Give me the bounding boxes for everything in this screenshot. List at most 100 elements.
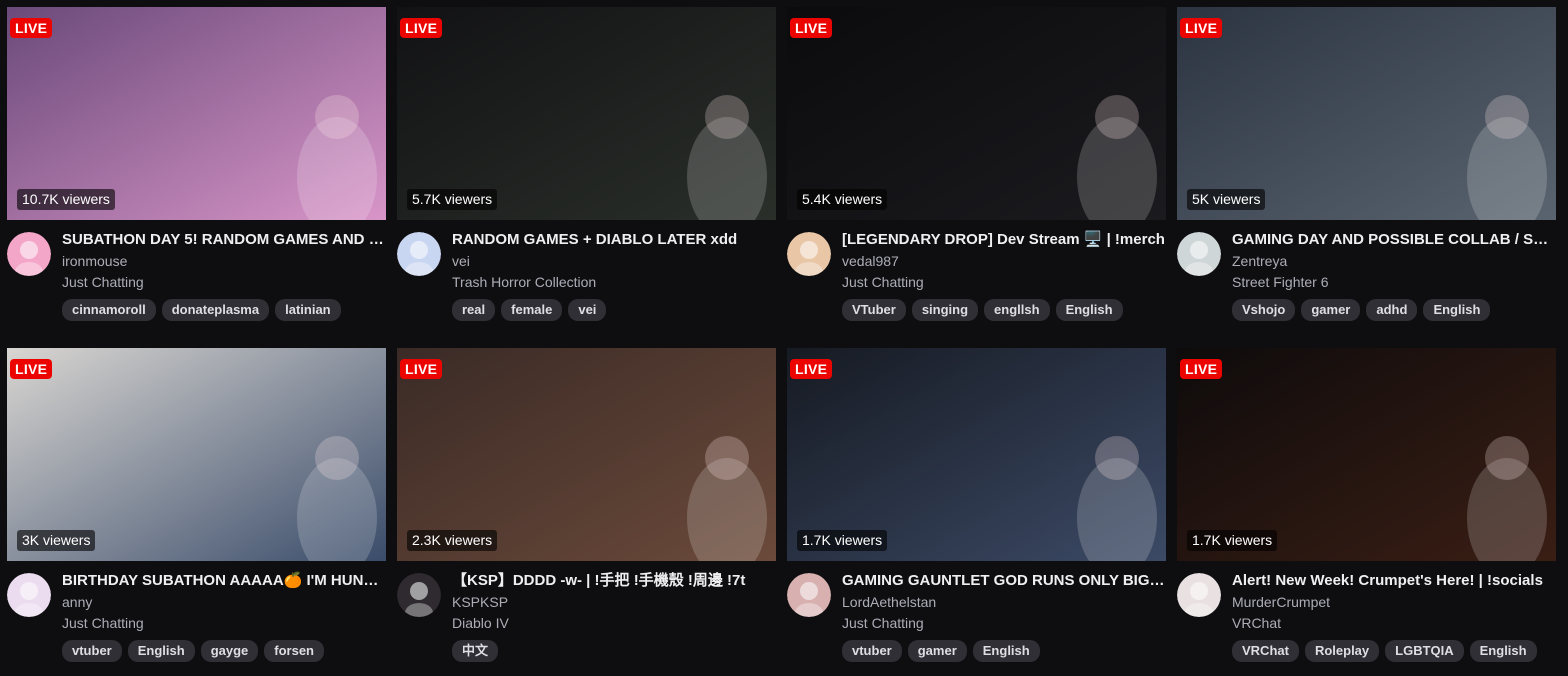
tag-list: real female vei [452,299,776,321]
stream-tag[interactable]: gayge [200,640,259,662]
channel-name[interactable]: Zentreya [1232,251,1556,272]
stream-tag[interactable]: forsen [264,640,324,662]
stream-card[interactable]: LIVE 5.4K viewers [LEGENDARY DROP] Dev S… [787,7,1167,348]
stream-thumbnail[interactable]: LIVE 5K viewers [1177,7,1556,220]
stream-tag[interactable]: vtuber [842,640,902,662]
channel-avatar[interactable] [787,573,831,617]
stream-title[interactable]: GAMING GAUNTLET GOD RUNS ONLY BIG BOSS [842,571,1166,591]
stream-tag[interactable]: 中文 [452,640,499,662]
stream-meta: BIRTHDAY SUBATHON AAAAA🍊 I'M HUNGRY anny… [7,571,387,662]
stream-thumbnail[interactable]: LIVE 10.7K viewers [7,7,386,220]
viewer-count: 1.7K viewers [1187,530,1278,551]
stream-title[interactable]: BIRTHDAY SUBATHON AAAAA🍊 I'M HUNGRY [62,571,386,591]
stream-card[interactable]: LIVE 1.7K viewers GAMING GAUNTLET GOD RU… [787,348,1167,668]
stream-meta: RANDOM GAMES + DIABLO LATER xdd vei Tras… [397,230,777,321]
stream-tag[interactable]: English [1423,299,1491,321]
stream-tag[interactable]: LGBTQIA [1385,640,1464,662]
stream-tag[interactable]: VRChat [1232,640,1299,662]
channel-avatar[interactable] [7,573,51,617]
stream-meta: GAMING GAUNTLET GOD RUNS ONLY BIG BOSS L… [787,571,1167,662]
stream-tag[interactable]: gamer [907,640,967,662]
channel-name[interactable]: LordAethelstan [842,592,1166,613]
viewer-count: 10.7K viewers [17,189,115,210]
viewer-count: 5.7K viewers [407,189,498,210]
stream-card[interactable]: LIVE 1.7K viewers Alert! New Week! Crump… [1177,348,1557,668]
channel-avatar[interactable] [397,232,441,276]
stream-tag[interactable]: singing [911,299,979,321]
stream-tag[interactable]: VTuber [842,299,906,321]
stream-tag[interactable]: English [127,640,195,662]
stream-tag[interactable]: Roleplay [1304,640,1380,662]
stream-card[interactable]: LIVE 5.7K viewers RANDOM GAMES + DIABLO … [397,7,777,348]
stream-tag[interactable]: English [1055,299,1123,321]
stream-card[interactable]: LIVE 2.3K viewers 【KSP】DDDD -w- | !手把 !手… [397,348,777,668]
channel-avatar[interactable] [7,232,51,276]
channel-name[interactable]: vei [452,251,776,272]
stream-title[interactable]: 【KSP】DDDD -w- | !手把 !手機殼 !周邊 !7t [452,571,776,591]
category-link[interactable]: Street Fighter 6 [1232,272,1556,293]
stream-tag[interactable]: vtuber [62,640,122,662]
tag-list: vtuber gamer English [842,640,1166,662]
stream-tag[interactable]: engllsh [984,299,1050,321]
stream-thumbnail[interactable]: LIVE 2.3K viewers [397,348,776,561]
viewer-count: 1.7K viewers [797,530,888,551]
tag-list: vtuber English gayge forsen [62,640,386,662]
category-link[interactable]: Just Chatting [62,613,386,634]
stream-tag[interactable]: English [972,640,1040,662]
stream-grid: LIVE 10.7K viewers SUBATHON DAY 5! RANDO… [7,7,1557,668]
channel-avatar[interactable] [397,573,441,617]
stream-thumbnail[interactable]: LIVE 1.7K viewers [1177,348,1556,561]
channel-name[interactable]: ironmouse [62,251,386,272]
tag-list: VTuber singing engllsh English [842,299,1166,321]
channel-name[interactable]: MurderCrumpet [1232,592,1556,613]
stream-tag[interactable]: female [501,299,563,321]
stream-meta: SUBATHON DAY 5! RANDOM GAMES AND MORE ir… [7,230,387,321]
stream-thumbnail[interactable]: LIVE 5.4K viewers [787,7,1166,220]
stream-title[interactable]: [LEGENDARY DROP] Dev Stream 🖥️ | !merch [842,230,1166,250]
channel-avatar[interactable] [787,232,831,276]
channel-name[interactable]: anny [62,592,386,613]
stream-tag[interactable]: donateplasma [161,299,270,321]
stream-tag[interactable]: vei [568,299,607,321]
category-link[interactable]: Just Chatting [842,613,1166,634]
stream-thumbnail[interactable]: LIVE 1.7K viewers [787,348,1166,561]
category-link[interactable]: VRChat [1232,613,1556,634]
stream-tag[interactable]: Vshojo [1232,299,1296,321]
stream-card[interactable]: LIVE 10.7K viewers SUBATHON DAY 5! RANDO… [7,7,387,348]
stream-meta: 【KSP】DDDD -w- | !手把 !手機殼 !周邊 !7t KSPKSP … [397,571,777,662]
live-badge: LIVE [790,359,833,379]
live-badge: LIVE [1180,359,1223,379]
stream-info: Alert! New Week! Crumpet's Here! | !soci… [1232,571,1556,662]
stream-tag[interactable]: cinnamoroll [62,299,156,321]
category-link[interactable]: Trash Horror Collection [452,272,776,293]
stream-card[interactable]: LIVE 3K viewers BIRTHDAY SUBATHON AAAAA🍊… [7,348,387,668]
stream-tag[interactable]: adhd [1366,299,1418,321]
viewer-count: 5.4K viewers [797,189,888,210]
tag-list: cinnamoroll donateplasma latinian [62,299,386,321]
stream-card[interactable]: LIVE 5K viewers GAMING DAY AND POSSIBLE … [1177,7,1557,348]
stream-tag[interactable]: real [452,299,496,321]
channel-name[interactable]: vedal987 [842,251,1166,272]
stream-title[interactable]: GAMING DAY AND POSSIBLE COLLAB / STREET … [1232,230,1556,250]
channel-name[interactable]: KSPKSP [452,592,776,613]
stream-thumbnail[interactable]: LIVE 5.7K viewers [397,7,776,220]
live-badge: LIVE [400,359,443,379]
category-link[interactable]: Just Chatting [842,272,1166,293]
stream-info: 【KSP】DDDD -w- | !手把 !手機殼 !周邊 !7t KSPKSP … [452,571,776,662]
stream-meta: Alert! New Week! Crumpet's Here! | !soci… [1177,571,1557,662]
stream-thumbnail[interactable]: LIVE 3K viewers [7,348,386,561]
channel-avatar[interactable] [1177,232,1221,276]
category-link[interactable]: Diablo IV [452,613,776,634]
live-badge: LIVE [10,359,53,379]
category-link[interactable]: Just Chatting [62,272,386,293]
stream-title[interactable]: SUBATHON DAY 5! RANDOM GAMES AND MORE [62,230,386,250]
stream-tag[interactable]: English [1469,640,1537,662]
stream-meta: GAMING DAY AND POSSIBLE COLLAB / STREET … [1177,230,1557,321]
stream-title[interactable]: Alert! New Week! Crumpet's Here! | !soci… [1232,571,1556,591]
stream-tag[interactable]: gamer [1301,299,1361,321]
channel-avatar[interactable] [1177,573,1221,617]
stream-title[interactable]: RANDOM GAMES + DIABLO LATER xdd [452,230,776,250]
stream-tag[interactable]: latinian [275,299,341,321]
tag-list: Vshojo gamer adhd English [1232,299,1556,321]
stream-info: SUBATHON DAY 5! RANDOM GAMES AND MORE ir… [62,230,386,321]
